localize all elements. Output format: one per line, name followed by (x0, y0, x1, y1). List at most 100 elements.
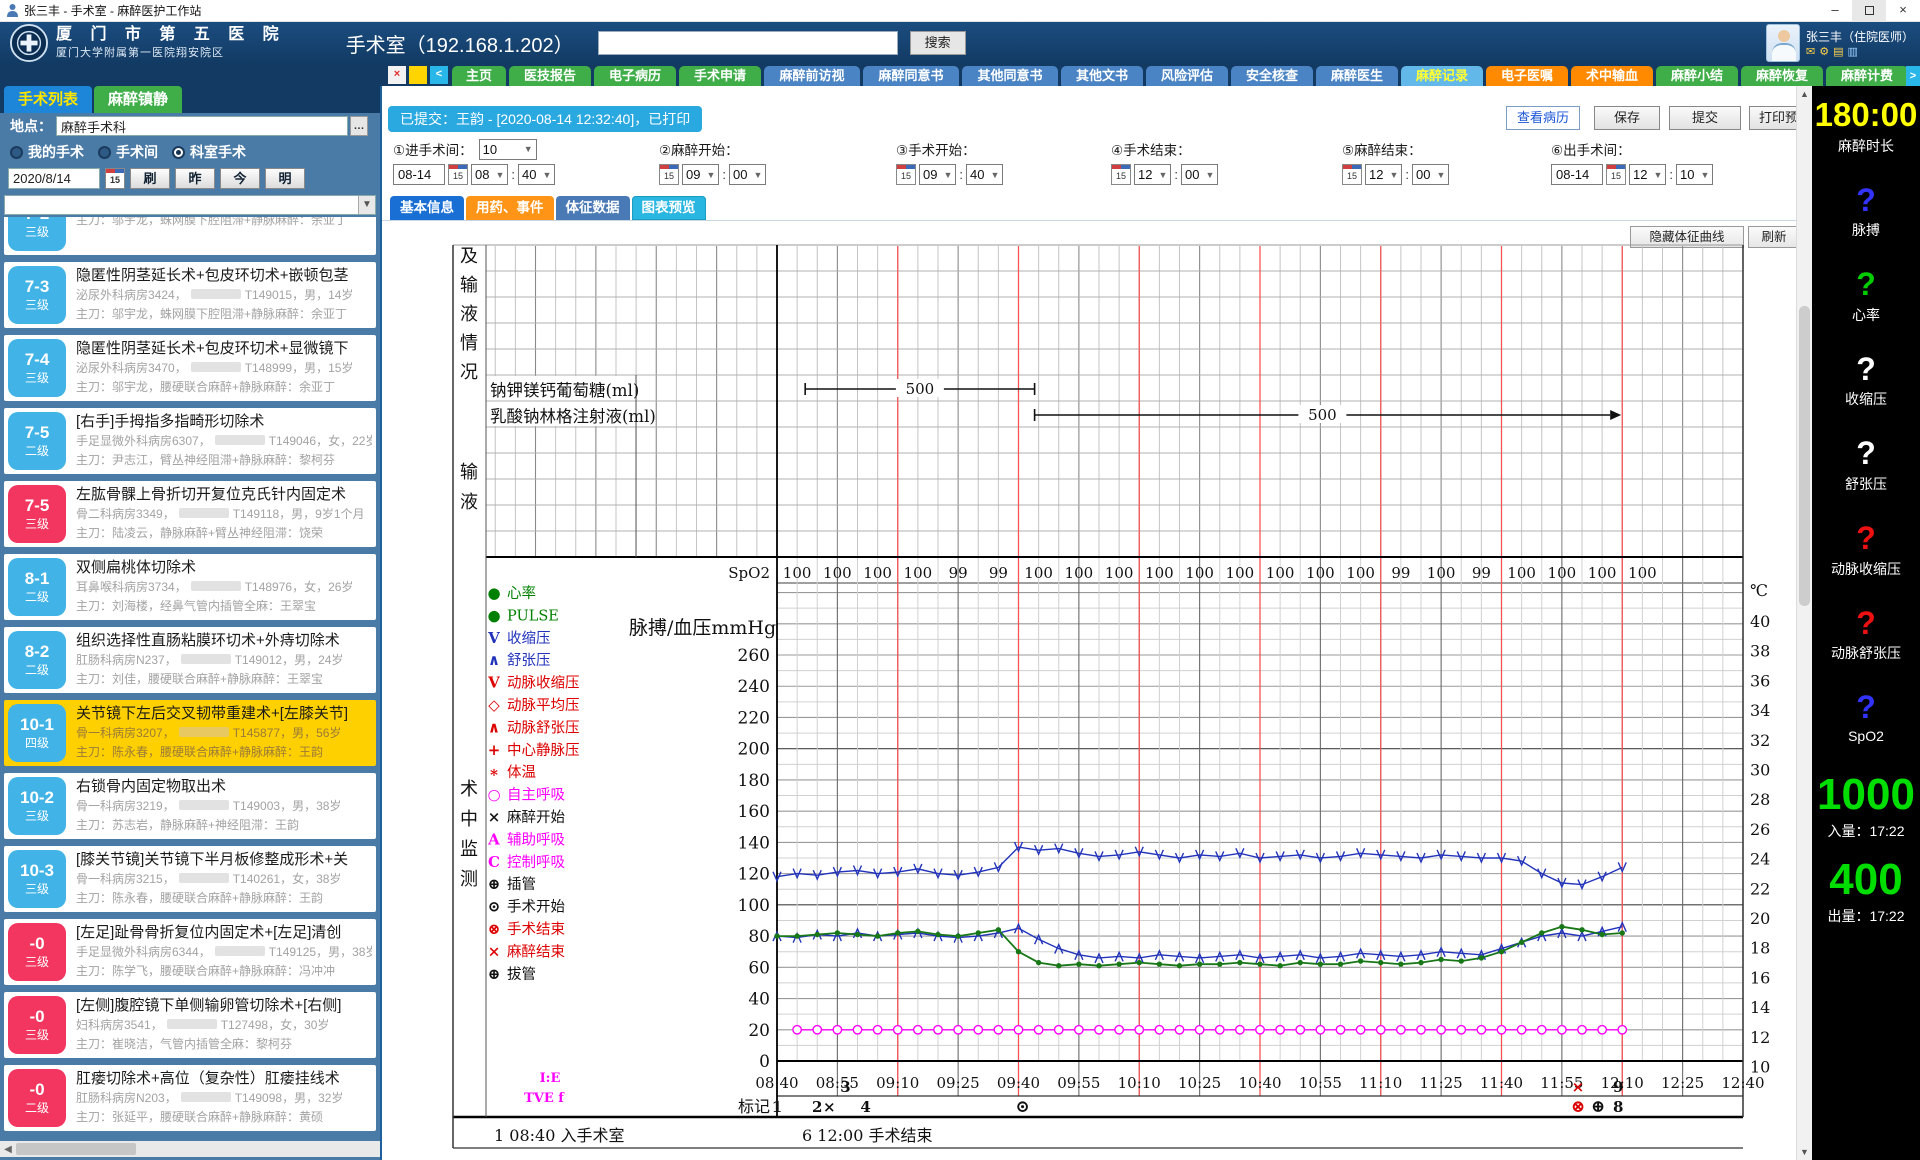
maximize-button[interactable] (1852, 0, 1886, 22)
tab-术中输血[interactable]: 术中输血 (1571, 66, 1653, 86)
scrollbar-thumb[interactable] (16, 1143, 136, 1155)
tab-主页[interactable]: 主页 (452, 66, 506, 86)
subtab-图表预览[interactable]: 图表预览 (632, 196, 706, 220)
sidebar-tab-手术列表[interactable]: 手术列表 (4, 86, 92, 113)
tab-麻醉前访视[interactable]: 麻醉前访视 (764, 66, 860, 86)
scrollbar-left-arrow[interactable]: ◀ (0, 1144, 16, 1155)
calendar-icon[interactable]: 15 (448, 164, 468, 185)
time-select[interactable]: 10▼ (1676, 164, 1713, 185)
tab-其他文书[interactable]: 其他文书 (1061, 66, 1143, 86)
time-select[interactable]: 40▼ (518, 164, 555, 185)
subtab-体征数据[interactable]: 体征数据 (556, 196, 630, 220)
surgeon-info: 主刀：刘海楼，经鼻气管内插管全麻：王翠宝 (76, 597, 372, 616)
time-select[interactable]: 09▼ (682, 164, 719, 185)
tab-麻醉医生[interactable]: 麻醉医生 (1316, 66, 1398, 86)
date-button-昨[interactable]: 昨 (175, 168, 215, 189)
search-button[interactable]: 搜索 (910, 31, 966, 55)
time-select[interactable]: 12▼ (1629, 164, 1666, 185)
view-record-button[interactable]: 查看病历 (1506, 106, 1580, 130)
surgery-card[interactable]: 7-5三级左肱骨髁上骨折切开复位克氏针内固定术骨二科病房3349，T149118… (4, 481, 376, 547)
date-button-明[interactable]: 明 (265, 168, 305, 189)
tab-麻醉记录[interactable]: 麻醉记录 (1401, 66, 1483, 86)
radio-科室手术[interactable]: 科室手术 (172, 142, 246, 162)
sidebar-tab-麻醉镇静[interactable]: 麻醉镇静 (94, 86, 182, 113)
surgery-card[interactable]: 7-2三级泌尿外科病房3409，何子皓，T149000，男，12岁主刀：邬宇龙，… (4, 217, 376, 255)
location-input[interactable] (56, 116, 348, 136)
svg-text:09:55: 09:55 (1057, 1074, 1100, 1092)
calendar-icon[interactable]: 15 (1606, 164, 1626, 185)
surgery-card[interactable]: 8-2二级组织选择性直肠粘膜环切术+外痔切除术肛肠科病房N237，T149012… (4, 627, 376, 693)
calendar-icon[interactable]: 15 (1111, 164, 1131, 185)
scrollbar-up-arrow[interactable]: ▲ (1797, 86, 1812, 102)
redacted-name (181, 1092, 231, 1102)
surgery-card[interactable]: 10-2三级右锁骨内固定物取出术骨一科病房3219，T149003，男，38岁主… (4, 773, 376, 839)
date-button-今[interactable]: 今 (220, 168, 260, 189)
time-select[interactable]: 12▼ (1134, 164, 1171, 185)
list-icon[interactable]: ▤ (1833, 47, 1843, 58)
surgery-card[interactable]: 7-4三级隐匿性阴茎延长术+包皮环切术+显微镜下泌尿外科病房3470，T1489… (4, 335, 376, 401)
surgery-card[interactable]: -0三级[左侧]腹腔镜下单侧输卵管切除术+[右侧]妇科病房3541，T12749… (4, 992, 376, 1058)
scroll-right-button[interactable]: > (1906, 66, 1920, 86)
location-more-button[interactable]: … (350, 116, 368, 136)
surgery-card[interactable]: 7-3三级隐匿性阴茎延长术+包皮环切术+嵌顿包茎泌尿外科病房3424，T1490… (4, 262, 376, 328)
surgery-card[interactable]: -0二级肛瘘切除术+高位（复杂性）肛瘘挂线术肛肠科病房N203，T149098，… (4, 1065, 376, 1131)
surgery-card[interactable]: 10-3三级[膝关节镜]关节镜下半月板修整成形术+关骨一科病房3215，T140… (4, 846, 376, 912)
radio-我的手术[interactable]: 我的手术 (10, 142, 84, 162)
svg-text:8: 8 (1613, 1098, 1623, 1116)
date-field[interactable]: 08-14 (393, 164, 445, 185)
submit-button[interactable]: 提交 (1669, 106, 1741, 130)
scroll-left-button[interactable]: < (430, 66, 448, 84)
radio-手术间[interactable]: 手术间 (98, 142, 158, 162)
time-select[interactable]: 00▼ (1412, 164, 1449, 185)
calendar-icon[interactable]: 15 (105, 168, 125, 189)
tab-麻醉恢复[interactable]: 麻醉恢复 (1741, 66, 1823, 86)
time-select[interactable]: 09▼ (919, 164, 956, 185)
surgery-card[interactable]: 8-1二级双侧扁桃体切除术耳鼻喉科病房3734，T148976，女，26岁主刀：… (4, 554, 376, 620)
scrollbar-thumb[interactable] (1799, 306, 1810, 606)
settings-icon[interactable]: ⚙ (1819, 47, 1829, 58)
time-select[interactable]: 00▼ (729, 164, 766, 185)
svg-text:10:10: 10:10 (1118, 1074, 1161, 1092)
surgery-card[interactable]: 10-1四级关节镜下左后交叉韧带重建术+[左膝关节]骨一科病房3207，T145… (4, 700, 376, 766)
tab-其他同意书[interactable]: 其他同意书 (962, 66, 1058, 86)
save-button[interactable]: 保存 (1594, 106, 1660, 130)
date-button-刷[interactable]: 刷 (130, 168, 170, 189)
time-select[interactable]: 10▼ (479, 139, 537, 160)
search-input[interactable] (598, 31, 898, 55)
date-input[interactable] (8, 168, 100, 189)
sidebar-horizontal-scrollbar[interactable]: ◀ (0, 1141, 380, 1157)
document-icon[interactable]: ▥ (1847, 47, 1857, 58)
close-button[interactable]: × (1886, 0, 1920, 22)
calendar-icon[interactable]: 15 (659, 164, 679, 185)
mail-icon[interactable]: ✉ (1806, 47, 1815, 58)
time-select[interactable]: 00▼ (1181, 164, 1218, 185)
tab-医技报告[interactable]: 医技报告 (509, 66, 591, 86)
surgery-card[interactable]: 7-5二级[右手]手拇指多指畸形切除术手足显微外科病房6307，T149046，… (4, 408, 376, 474)
time-select[interactable]: 40▼ (966, 164, 1003, 185)
subtab-基本信息[interactable]: 基本信息 (390, 196, 464, 220)
tab-麻醉计费[interactable]: 麻醉计费 (1826, 66, 1906, 86)
subtab-用药、事件[interactable]: 用药、事件 (466, 196, 554, 220)
tab-麻醉小结[interactable]: 麻醉小结 (1656, 66, 1738, 86)
filter-dropdown[interactable]: ▼ (4, 195, 376, 215)
tab-手术申请[interactable]: 手术申请 (679, 66, 761, 86)
time-select[interactable]: 08▼ (471, 164, 508, 185)
tab-安全核查[interactable]: 安全核查 (1231, 66, 1313, 86)
tab-电子医嘱[interactable]: 电子医嘱 (1486, 66, 1568, 86)
tab-电子病历[interactable]: 电子病历 (594, 66, 676, 86)
date-field[interactable]: 08-14 (1551, 164, 1603, 185)
vital-麻醉时长: 180:00麻醉时长 (1815, 98, 1918, 156)
tab-风险评估[interactable]: 风险评估 (1146, 66, 1228, 86)
minimize-button[interactable]: – (1818, 0, 1852, 22)
svg-text:28: 28 (1750, 790, 1770, 809)
main-vertical-scrollbar[interactable]: ▲ ▼ (1796, 86, 1812, 1160)
surgery-card[interactable]: -0三级[左足]趾骨骨折复位内固定术+[左足]清创手足显微外科病房6344，T1… (4, 919, 376, 985)
calendar-icon[interactable]: 15 (1342, 164, 1362, 185)
close-record-button[interactable]: × (388, 66, 406, 84)
scrollbar-down-arrow[interactable]: ▼ (1797, 1144, 1812, 1160)
color-flag-button[interactable] (409, 66, 427, 84)
calendar-icon[interactable]: 15 (896, 164, 916, 185)
time-select[interactable]: 12▼ (1365, 164, 1402, 185)
tab-麻醉同意书[interactable]: 麻醉同意书 (863, 66, 959, 86)
svg-text:09:25: 09:25 (937, 1074, 980, 1092)
